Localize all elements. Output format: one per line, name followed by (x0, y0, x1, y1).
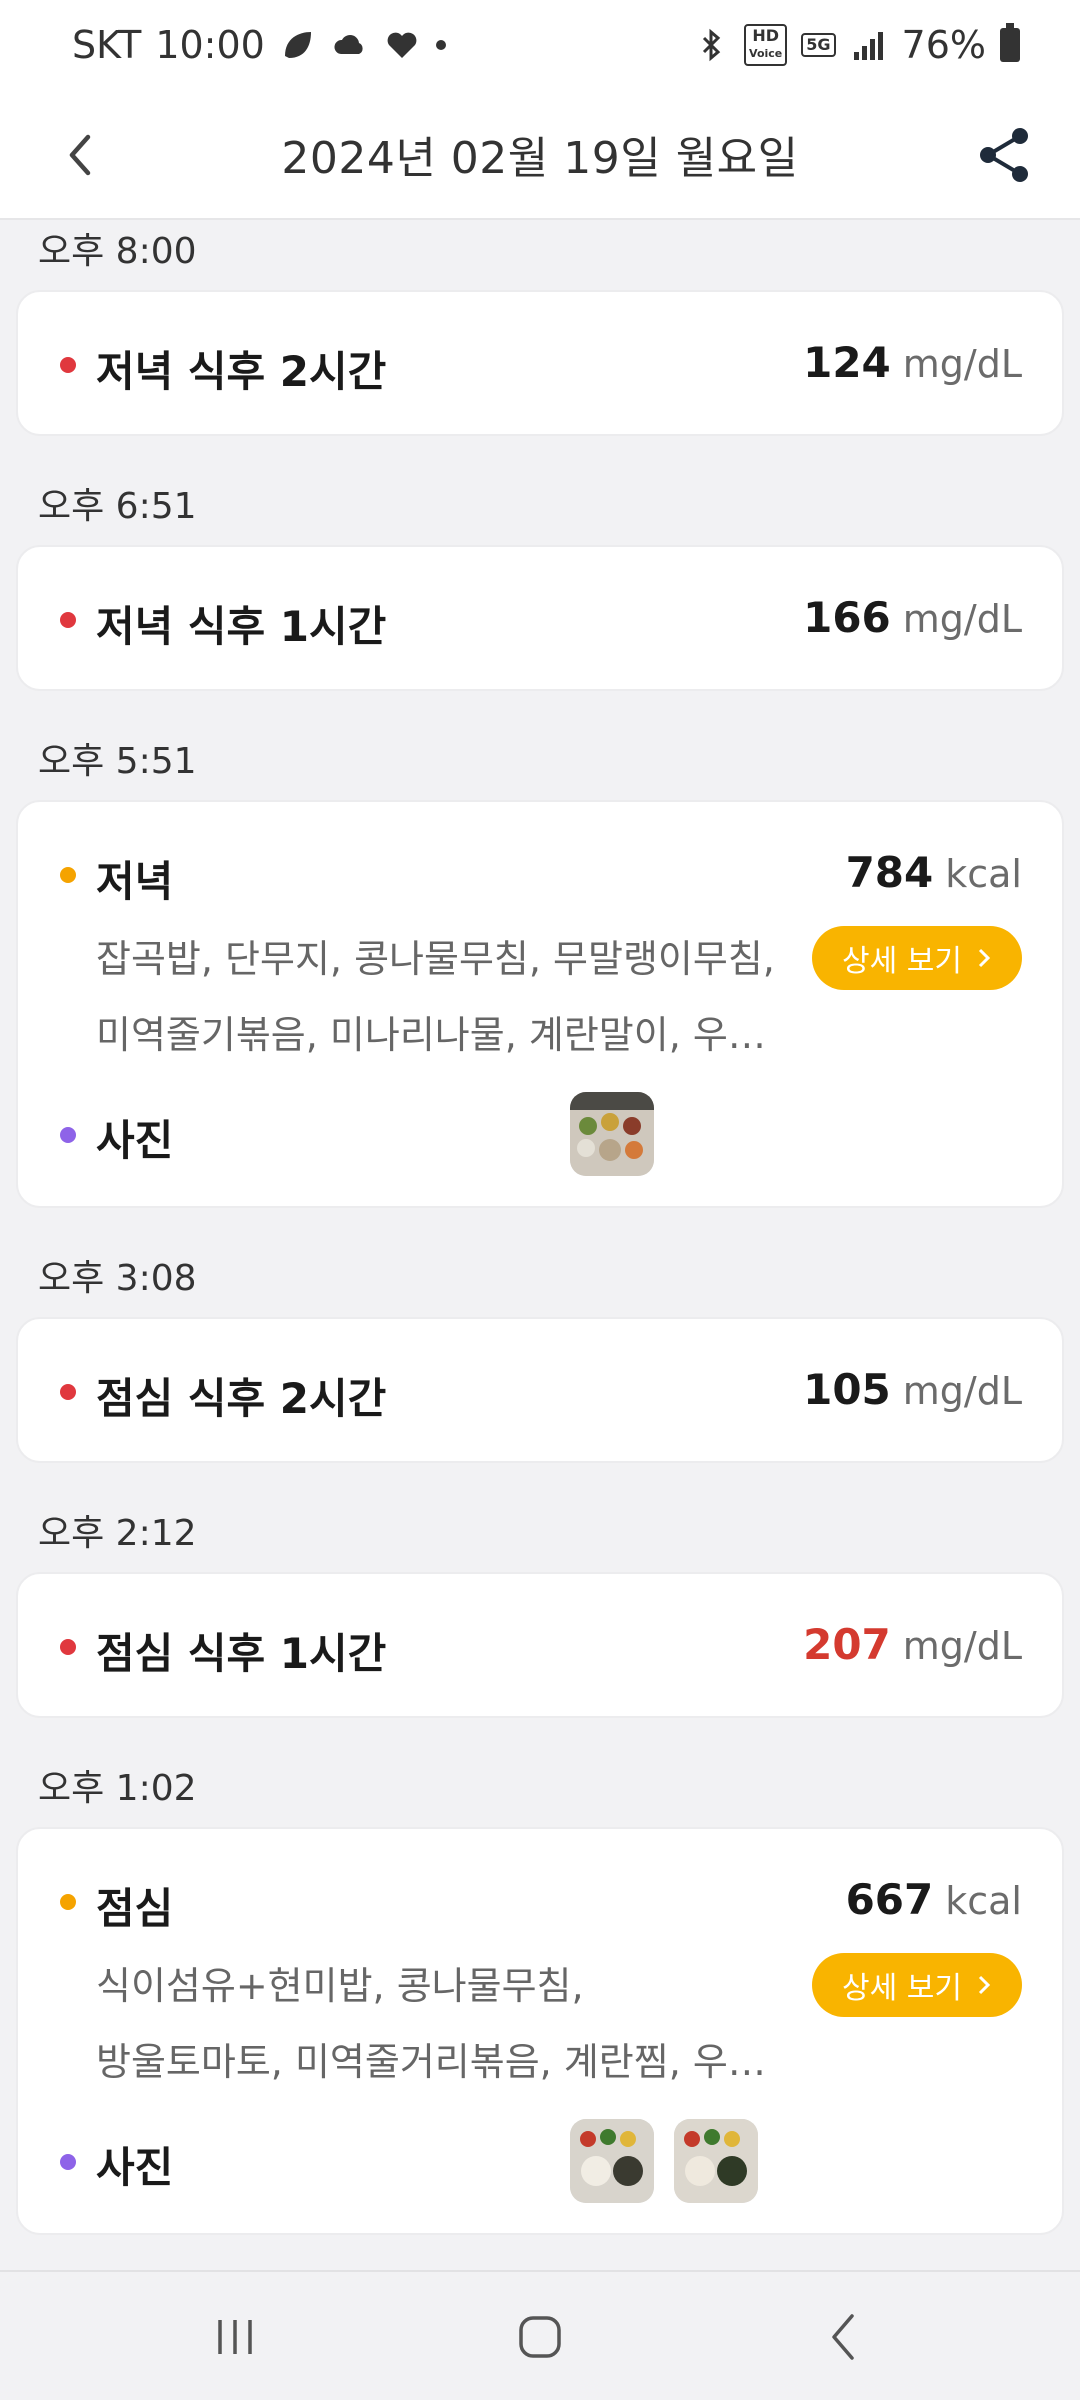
entry-time: 오후 2:12 (38, 1513, 197, 1554)
view-details-label: 상세 보기 (842, 1971, 962, 2006)
glucose-reading: 207 mg/dL (803, 1620, 1022, 1669)
glucose-unit: mg/dL (902, 1624, 1022, 1668)
food-list-line: 식이섬유+현미밥, 콩나물무침, (96, 1964, 584, 2008)
glucose-label: 저녁 식후 1시간 (96, 602, 387, 651)
glucose-label: 점심 식후 1시간 (96, 1629, 387, 1678)
food-list: 식이섬유+현미밥, 콩나물무침, 방울토마토, 미역줄거리볶음, 계란찜, 우… (96, 1948, 816, 2100)
status-bar: SKT 10:00 HD Voice 5G 76% (0, 0, 1080, 90)
meal-label: 저녁 (96, 857, 174, 906)
meal-photo-image (570, 1092, 654, 1176)
network-type-badge: 5G (801, 33, 836, 57)
calorie-value: 667 (845, 1875, 934, 1924)
glucose-dot-icon (60, 1384, 76, 1400)
glucose-card[interactable]: 저녁 식후 2시간 124 mg/dL (16, 290, 1064, 436)
home-icon[interactable] (505, 2302, 575, 2372)
glucose-dot-icon (60, 357, 76, 373)
glucose-dot-icon (60, 1639, 76, 1655)
top-app-bar: 2024년 02월 19일 월요일 (0, 90, 1080, 220)
screen: SKT 10:00 HD Voice 5G 76% 2024년 02월 19일 월… (0, 0, 1080, 2400)
recent-apps-icon[interactable] (200, 2302, 270, 2372)
hd-voice-badge: HD Voice (744, 24, 788, 66)
entry-time: 오후 5:51 (38, 741, 197, 782)
food-list: 잡곡밥, 단무지, 콩나물무침, 무말랭이무침, 미역줄기볶음, 미나리나물, … (96, 921, 816, 1073)
glucose-reading: 124 mg/dL (803, 338, 1022, 387)
glucose-unit: mg/dL (902, 342, 1022, 386)
heart-notification-icon (387, 32, 417, 58)
meal-calories: 784 kcal (846, 848, 1022, 897)
glucose-unit: mg/dL (902, 1369, 1022, 1413)
meal-dot-icon (60, 867, 76, 883)
glucose-card[interactable]: 점심 식후 2시간 105 mg/dL (16, 1317, 1064, 1463)
meal-photo-thumbnail[interactable] (570, 1092, 654, 1176)
leaf-notification-icon (284, 32, 311, 58)
chevron-right-icon (978, 948, 991, 968)
back-arrow-icon[interactable] (52, 125, 112, 185)
glucose-value: 105 (803, 1365, 891, 1414)
page-title: 2024년 02월 19일 월요일 (281, 133, 799, 184)
glucose-value-high: 207 (803, 1620, 891, 1669)
battery-percent: 76% (901, 23, 986, 67)
clock: 10:00 (155, 23, 265, 67)
meal-calories: 667 kcal (846, 1875, 1022, 1924)
meal-card[interactable]: 점심 667 kcal 식이섬유+현미밥, 콩나물무침, 방울토마토, 미역줄거… (16, 1827, 1064, 2235)
share-icon[interactable] (970, 120, 1040, 190)
glucose-card[interactable]: 저녁 식후 1시간 166 mg/dL (16, 545, 1064, 691)
more-notifications-dot-icon (435, 40, 446, 50)
cloud-notification-icon (334, 35, 363, 54)
photo-label: 사진 (96, 2143, 174, 2192)
entry-time: 오후 6:51 (38, 486, 197, 527)
glucose-card[interactable]: 점심 식후 1시간 207 mg/dL (16, 1572, 1064, 1718)
system-navigation-bar (0, 2270, 1080, 2400)
view-details-button[interactable]: 상세 보기 (812, 926, 1022, 990)
food-list-line: 방울토마토, 미역줄거리볶음, 계란찜, 우… (96, 2040, 766, 2084)
calorie-value: 784 (845, 848, 934, 897)
glucose-label: 점심 식후 2시간 (96, 1374, 387, 1423)
glucose-unit: mg/dL (902, 597, 1022, 641)
glucose-reading: 166 mg/dL (803, 593, 1022, 642)
photo-dot-icon (60, 2154, 76, 2170)
meal-label: 점심 (96, 1884, 174, 1933)
meal-photo-thumbnail[interactable] (570, 2119, 654, 2203)
entry-time: 오후 8:00 (38, 231, 197, 272)
calorie-unit: kcal (945, 1879, 1022, 1923)
meal-photo-thumbnail[interactable] (674, 2119, 758, 2203)
glucose-label: 저녁 식후 2시간 (96, 347, 387, 396)
food-list-line: 미역줄기볶음, 미나리나물, 계란말이, 우… (96, 1013, 766, 1057)
photo-dot-icon (60, 1127, 76, 1143)
view-details-label: 상세 보기 (842, 944, 962, 979)
photo-label: 사진 (96, 1116, 174, 1165)
glucose-value: 166 (803, 593, 891, 642)
glucose-reading: 105 mg/dL (803, 1365, 1022, 1414)
bluetooth-icon (702, 28, 721, 62)
food-list-line: 잡곡밥, 단무지, 콩나물무침, 무말랭이무침, (96, 937, 775, 981)
meal-dot-icon (60, 1894, 76, 1910)
glucose-dot-icon (60, 612, 76, 628)
entry-time: 오후 3:08 (38, 1258, 197, 1299)
carrier-label: SKT (72, 23, 142, 67)
chevron-right-icon (978, 1975, 991, 1995)
meal-card[interactable]: 저녁 784 kcal 잡곡밥, 단무지, 콩나물무침, 무말랭이무침, 미역줄… (16, 800, 1064, 1208)
calorie-unit: kcal (945, 852, 1022, 896)
meal-photo-image (674, 2119, 758, 2203)
signal-strength-icon (853, 32, 883, 60)
back-nav-icon[interactable] (810, 2302, 880, 2372)
view-details-button[interactable]: 상세 보기 (812, 1953, 1022, 2017)
meal-photo-image (570, 2119, 654, 2203)
battery-icon (1000, 23, 1020, 62)
glucose-value: 124 (803, 338, 891, 387)
entry-time: 오후 1:02 (38, 1768, 197, 1809)
